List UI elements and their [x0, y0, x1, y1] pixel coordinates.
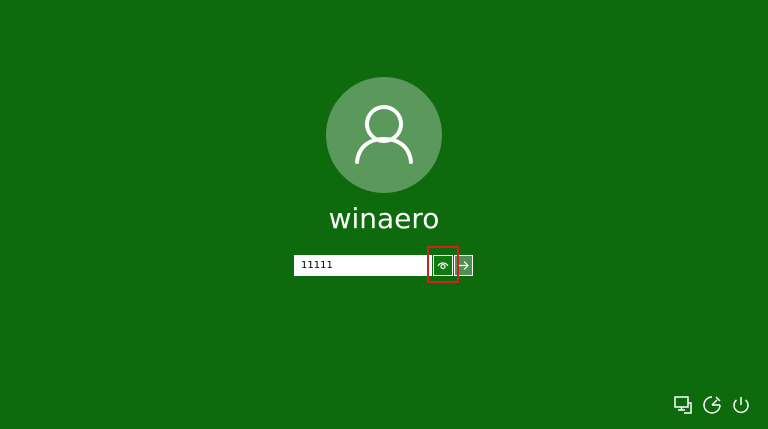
reveal-password-button[interactable] [433, 255, 453, 276]
ease-of-access-icon [703, 396, 721, 414]
password-input[interactable] [294, 255, 432, 276]
power-icon [733, 397, 749, 414]
submit-button[interactable] [454, 255, 473, 276]
ease-of-access-button[interactable] [701, 394, 723, 416]
user-avatar [326, 77, 442, 193]
username-label: winaero [328, 202, 440, 235]
network-icon [674, 396, 692, 414]
user-silhouette-icon [355, 105, 413, 164]
arrow-right-icon [459, 261, 469, 270]
power-button[interactable] [730, 394, 752, 416]
eye-icon [437, 262, 449, 270]
network-button[interactable] [672, 394, 694, 416]
